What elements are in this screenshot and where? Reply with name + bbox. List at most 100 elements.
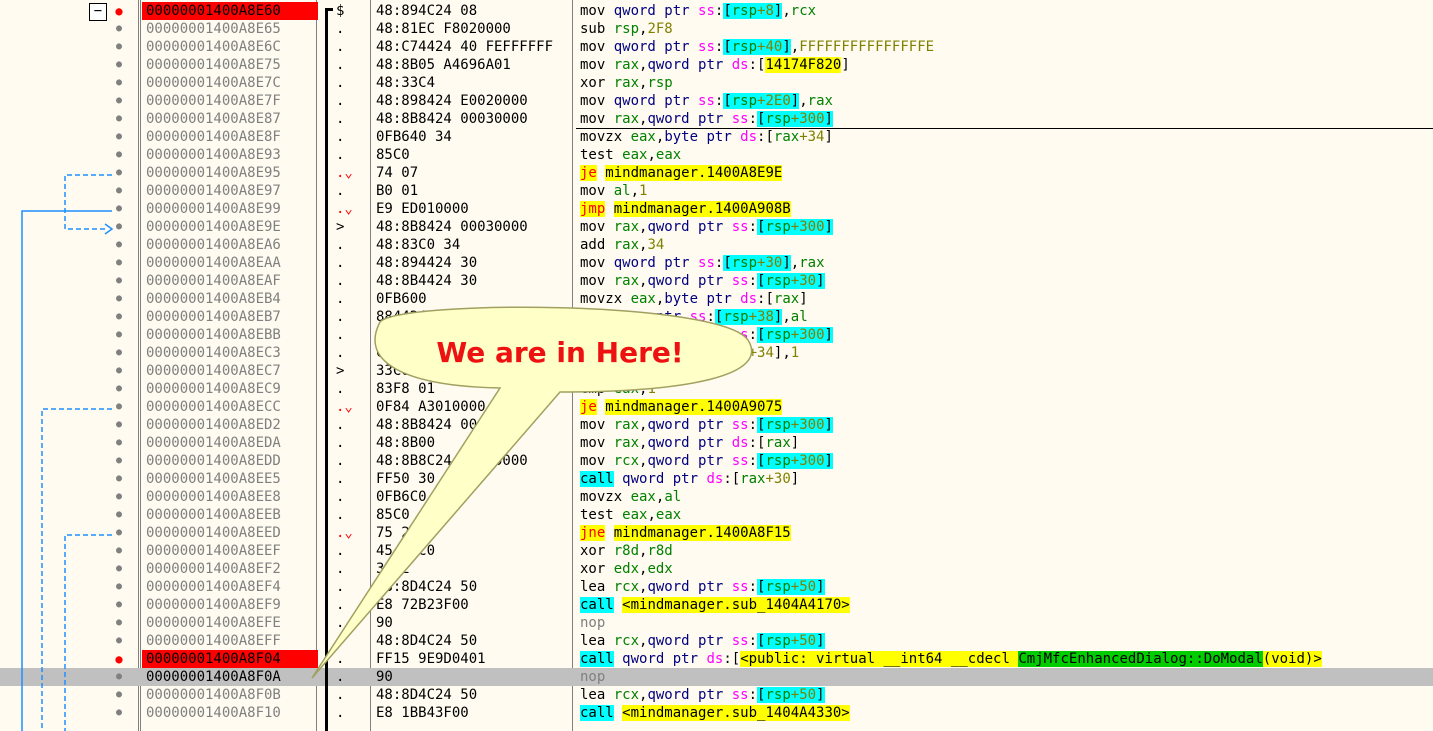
instruction-token: qword ptr (647, 687, 732, 703)
address: 00000001400A8E60 (142, 2, 318, 20)
instruction-token: : (748, 273, 758, 289)
address: 00000001400A8F0A (146, 669, 281, 685)
disasm-row[interactable]: ● 00000001400A8ECC .⌄ 0F84 A3010000 je mindm… (0, 398, 1433, 416)
address: 00000001400A8F10 (146, 705, 281, 721)
disassembly-view[interactable]: ● 00000001400A8E60 $48:894C24 08 mov qword … (0, 0, 1433, 731)
jump-arrow-je-8e95 (64, 174, 112, 230)
branch-marker: . (336, 345, 345, 361)
instruction-token: rax (613, 435, 640, 451)
disasm-row[interactable]: ● 00000001400A8EB7. 884424 38 mov byte ptr … (0, 308, 1433, 326)
instruction-token: al (613, 183, 631, 199)
disasm-row[interactable]: ● 00000001400A8EE5. FF50 30 call qword ptr … (0, 470, 1433, 488)
instruction-token: mov (580, 183, 614, 199)
instruction: jmp mindmanager.1400A908B (580, 200, 1433, 218)
disasm-row[interactable]: ● 00000001400A8EB4. 0FB600 movzx eax,byte p… (0, 290, 1433, 308)
branch-marker: . (336, 183, 345, 199)
instruction-token: rsp (765, 687, 791, 703)
instruction-token: +300 (790, 327, 825, 343)
branch-marker: > (336, 363, 345, 379)
disasm-row[interactable]: ● 00000001400A8EEB. 85C0 test eax,eax (0, 506, 1433, 524)
instruction-token: +30 (757, 255, 783, 271)
instruction: mov rax,qword ptr ss:[rsp+300] (580, 110, 1433, 128)
opcode-bytes: E8 1BB43F00 (376, 705, 469, 721)
disasm-row[interactable]: ● 00000001400A8EDD. 48:8B8C24 00030000 mov … (0, 452, 1433, 470)
disasm-row[interactable]: ● 00000001400A8F0B. 48:8D4C24 50 lea rcx,qw… (0, 686, 1433, 704)
disasm-row[interactable]: ● 00000001400A8EC9. 83F8 01 cmp eax,1 (0, 380, 1433, 398)
opcode-bytes: 48:8B8424 00030000 (376, 219, 528, 235)
instruction-token: ss (731, 633, 749, 649)
address: 00000001400A8EC9 (146, 381, 281, 397)
instruction-token: qword ptr (613, 39, 699, 55)
instruction-token: nop (580, 615, 606, 631)
disasm-row[interactable]: ● 00000001400A8F0A. 90 nop (0, 668, 1433, 686)
disasm-row[interactable]: ● 00000001400A8EF2. 33D2 xor edx,edx (0, 560, 1433, 578)
disasm-row[interactable]: ● 00000001400A8EFE. 90 nop (0, 614, 1433, 632)
instruction-token: rax (799, 255, 825, 271)
instruction-token: ds (731, 57, 749, 73)
disasm-row[interactable]: ● 00000001400A8E95 .⌄ 74 07 je mindmanager.1… (0, 164, 1433, 182)
instruction-token: eax (630, 291, 656, 307)
branch-marker: . (336, 561, 345, 577)
instruction-token: [ (731, 651, 741, 667)
opcode-bytes: 75 26 (376, 525, 419, 541)
disasm-row[interactable]: ● 00000001400A8E99 .⌄ E9 ED010000 jmp mindma… (0, 200, 1433, 218)
instruction-token: +50 (790, 687, 817, 703)
disasm-row[interactable]: ● 00000001400A8E7C. 48:33C4 xor rax,rsp (0, 74, 1433, 92)
disasm-row[interactable]: ● 00000001400A8EE8. 0FB6C0 movzx eax,al (0, 488, 1433, 506)
instruction: call <mindmanager.sub_1404A4330> (580, 704, 1433, 722)
instruction-token: , (647, 507, 656, 523)
instruction-token (614, 471, 622, 487)
address: 00000001400A8E65 (146, 21, 281, 37)
opcode-bytes: E9 ED010000 (376, 201, 469, 217)
instruction-token: ] (816, 579, 825, 595)
instruction-token: mov (580, 39, 614, 55)
instruction-token: ] (824, 219, 833, 235)
instruction-token: edx (613, 561, 640, 577)
disasm-row[interactable]: ● 00000001400A8EDA. 48:8B00 mov rax,qword p… (0, 434, 1433, 452)
instruction-token: : (706, 309, 715, 325)
disasm-row[interactable]: ● 00000001400A8E97. B0 01 mov al,1 (0, 182, 1433, 200)
jump-arrow-jmp-8e99 (21, 210, 112, 731)
opcode-bytes: 48:81EC F8020000 (376, 21, 511, 37)
disasm-row[interactable]: ● 00000001400A8EEF. 45:33C0 xor r8d,r8d (0, 542, 1433, 560)
disasm-row[interactable]: ● 00000001400A8EFF. 48:8D4C24 50 lea rcx,qw… (0, 632, 1433, 650)
instruction-token: , (782, 345, 791, 361)
disasm-row[interactable]: ● 00000001400A8E7F. 48:898424 E0020000 mov … (0, 92, 1433, 110)
instruction-token: [ (723, 39, 732, 55)
disasm-row[interactable]: ● 00000001400A8E6C. 48:C74424 40 FEFFFFFF m… (0, 38, 1433, 56)
disasm-row[interactable]: ● 00000001400A8E87. 48:8B8424 00030000 mov … (0, 110, 1433, 128)
branch-marker: . (336, 255, 345, 271)
disasm-row[interactable]: ● 00000001400A8EA6. 48:83C0 34 add rax,34 (0, 236, 1433, 254)
instruction-token: : (748, 687, 758, 703)
instruction-token: rsp (723, 309, 749, 325)
instruction-token: [ (765, 129, 774, 145)
disasm-row[interactable]: ● 00000001400A8ED2. 48:8B8424 00030000 mov … (0, 416, 1433, 434)
disasm-row[interactable]: ● 00000001400A8E93. 85C0 test eax,eax (0, 146, 1433, 164)
instruction-token: je (580, 165, 597, 181)
instruction-token: mov (580, 273, 614, 289)
disasm-row[interactable]: ● 00000001400A8EF4. 48:8D4C24 50 lea rcx,qw… (0, 578, 1433, 596)
instruction-token: qword ptr (647, 111, 732, 127)
disasm-row[interactable]: ● 00000001400A8EAF. 48:8B4424 30 mov rax,qw… (0, 272, 1433, 290)
disasm-row[interactable]: ● 00000001400A8EF9. E8 72B23F00 call <mindm… (0, 596, 1433, 614)
instruction-token: [ (723, 3, 732, 19)
disasm-row[interactable]: ● 00000001400A8F10. E8 1BB43F00 call <mindm… (0, 704, 1433, 722)
disasm-row[interactable]: ● 00000001400A8E60 $48:894C24 08 mov qword … (0, 2, 1433, 20)
branch-marker: .⌄ (336, 399, 353, 415)
address: 00000001400A8EB7 (146, 309, 281, 325)
disasm-row[interactable]: ● 00000001400A8E9E >48:8B8424 00030000 mov … (0, 218, 1433, 236)
instruction-token: rsp (765, 111, 791, 127)
disasm-row[interactable]: ● 00000001400A8E8F. 0FB640 34 movzx eax,byt… (0, 128, 1433, 146)
disasm-row[interactable]: ● 00000001400A8E75. 48:8B05 A4696A01 mov ra… (0, 56, 1433, 74)
address: 00000001400A8EB4 (146, 291, 281, 307)
instruction-token: , (799, 93, 808, 109)
instruction-token: mov (580, 57, 614, 73)
disasm-row[interactable]: ● 00000001400A8E65. 48:81EC F8020000 sub rs… (0, 20, 1433, 38)
instruction: lea rcx,qword ptr ss:[rsp+50] (580, 632, 1433, 650)
disasm-row[interactable]: ● 00000001400A8EED .⌄ 75 26 jne mindmanager.… (0, 524, 1433, 542)
branch-marker: . (336, 507, 345, 523)
disasm-row[interactable]: ● 00000001400A8F04. FF15 9E9D0401 call qwor… (0, 650, 1433, 668)
disasm-row[interactable]: ● 00000001400A8EAA. 48:894424 30 mov qword … (0, 254, 1433, 272)
instruction-token: rax (773, 129, 800, 145)
instruction-token: : (748, 327, 758, 343)
